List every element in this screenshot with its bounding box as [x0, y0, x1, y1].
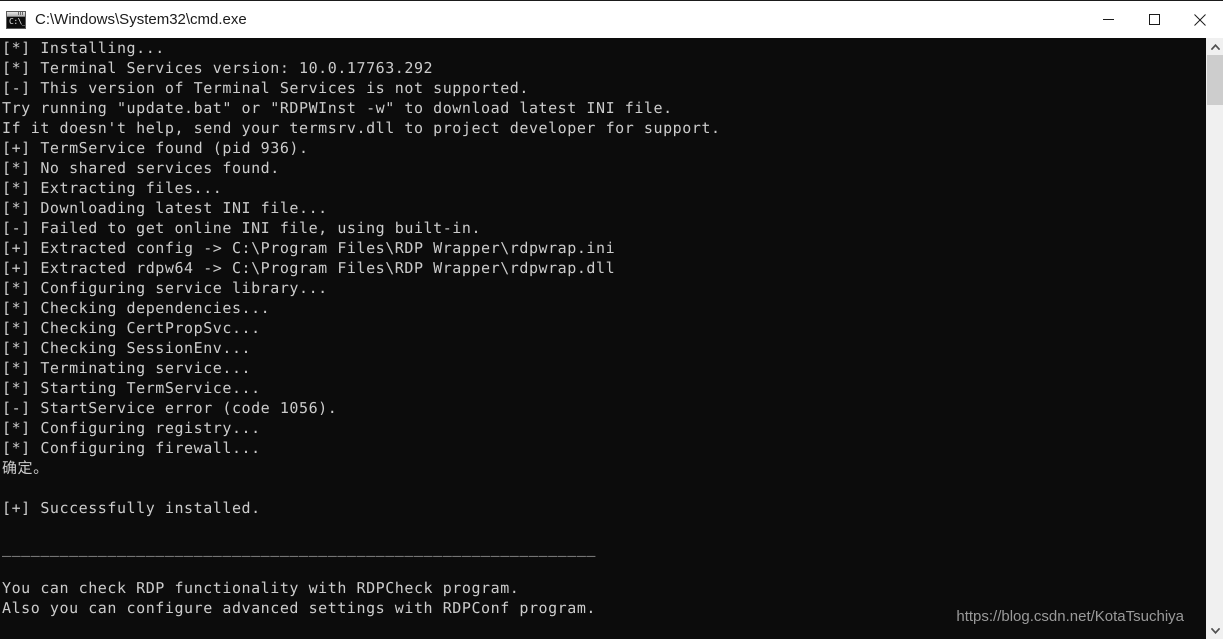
scrollbar-up-button[interactable] [1207, 38, 1223, 55]
minimize-button[interactable] [1085, 1, 1131, 38]
cmd-window: C:\_ C:\Windows\System32\cmd.exe [*] Ins… [0, 0, 1223, 639]
close-button[interactable] [1177, 1, 1223, 38]
window-titlebar[interactable]: C:\_ C:\Windows\System32\cmd.exe [0, 0, 1223, 38]
maximize-icon [1148, 14, 1160, 25]
watermark-url: https://blog.csdn.net/KotaTsuchiya [956, 608, 1184, 625]
cmd-exe-icon: C:\_ [6, 10, 26, 29]
cmd-icon-prompt-text: C:\_ [9, 16, 26, 26]
minimize-icon [1102, 19, 1114, 20]
scrollbar-down-button[interactable] [1207, 622, 1223, 639]
titlebar-title-area: C:\_ C:\Windows\System32\cmd.exe [0, 10, 1085, 29]
vertical-scrollbar[interactable] [1206, 38, 1223, 639]
chevron-up-icon [1211, 43, 1220, 50]
maximize-button[interactable] [1131, 1, 1177, 38]
chevron-down-icon [1211, 627, 1220, 634]
close-icon [1194, 13, 1206, 26]
console-output-area[interactable]: [*] Installing... [*] Terminal Services … [0, 38, 1206, 639]
scrollbar-track[interactable] [1207, 105, 1223, 622]
scrollbar-thumb[interactable] [1207, 55, 1223, 105]
console-text: [*] Installing... [*] Terminal Services … [2, 39, 721, 617]
window-title: C:\Windows\System32\cmd.exe [35, 11, 247, 28]
